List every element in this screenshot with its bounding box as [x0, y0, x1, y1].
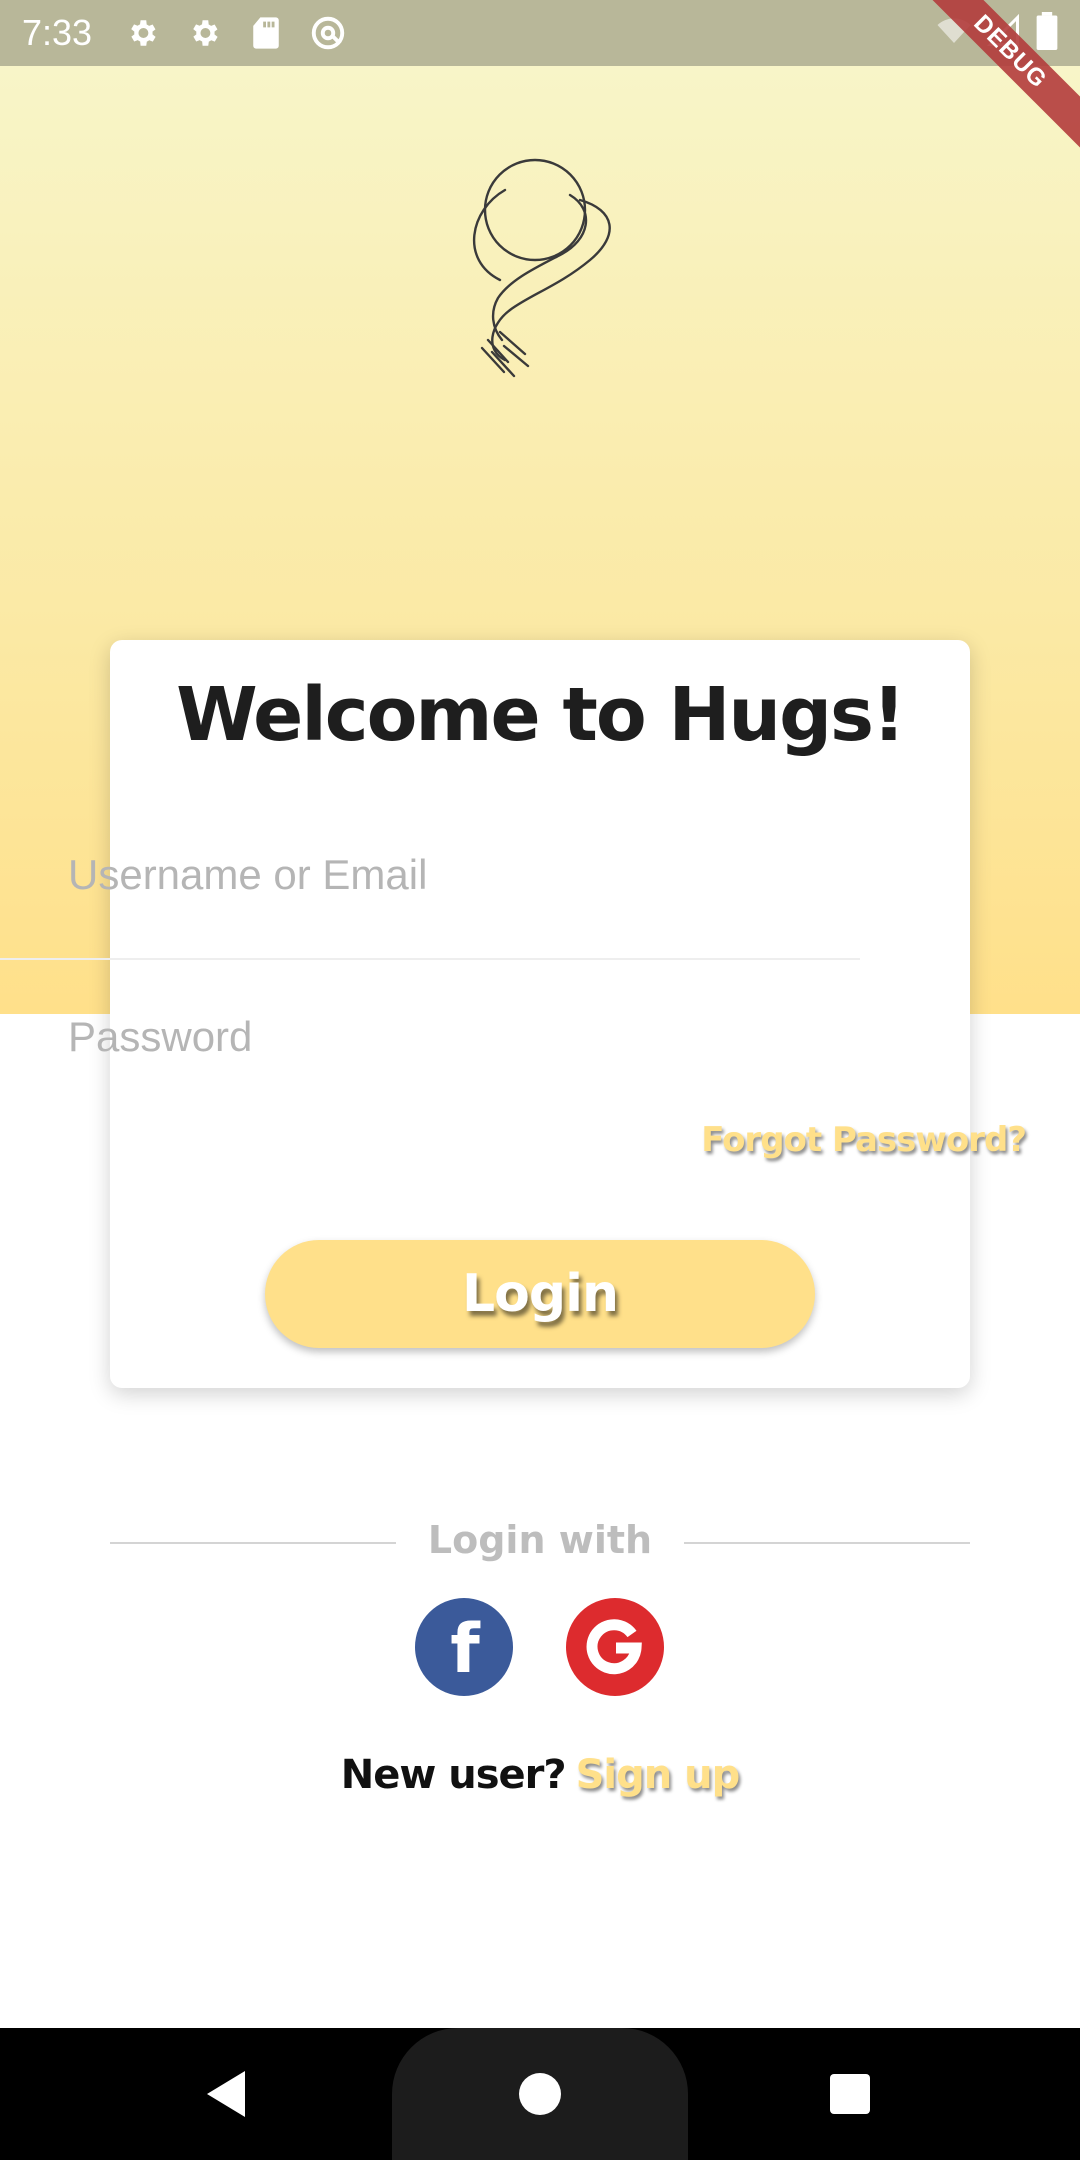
scarf-icon — [430, 140, 640, 380]
facebook-icon: f — [415, 1596, 513, 1698]
divider-right — [684, 1542, 970, 1544]
google-icon — [566, 1596, 664, 1698]
svg-text:f: f — [450, 1610, 481, 1689]
forgot-password-link[interactable]: Forgot Password? — [701, 1120, 1027, 1160]
google-login-button[interactable] — [566, 1598, 664, 1696]
system-nav-bar — [0, 2028, 1080, 2160]
at-sync-icon — [308, 13, 348, 53]
password-input[interactable] — [68, 1002, 808, 1072]
divider-left — [110, 1542, 396, 1544]
new-user-label: New user? — [340, 1752, 567, 1798]
back-icon[interactable] — [190, 2058, 262, 2130]
username-field — [0, 800, 860, 960]
sign-up-link[interactable]: Sign up — [576, 1752, 741, 1798]
recents-icon[interactable] — [814, 2058, 886, 2130]
facebook-login-button[interactable]: f — [415, 1598, 513, 1696]
signup-row: New user? Sign up — [0, 1752, 1080, 1798]
sd-card-icon — [246, 13, 286, 53]
username-input[interactable] — [68, 840, 808, 910]
home-icon[interactable] — [504, 2058, 576, 2130]
login-button[interactable]: Login — [265, 1240, 815, 1348]
field-divider — [0, 958, 860, 960]
password-field — [0, 962, 860, 1122]
debug-label: DEBUG — [912, 0, 1080, 150]
login-with-label: Login with — [427, 1518, 653, 1562]
gear-icon — [184, 13, 224, 53]
status-time: 7:33 — [22, 12, 93, 53]
gear-icon — [122, 13, 162, 53]
page-title: Welcome to Hugs! — [176, 672, 906, 758]
debug-ribbon: DEBUG — [900, 0, 1080, 180]
